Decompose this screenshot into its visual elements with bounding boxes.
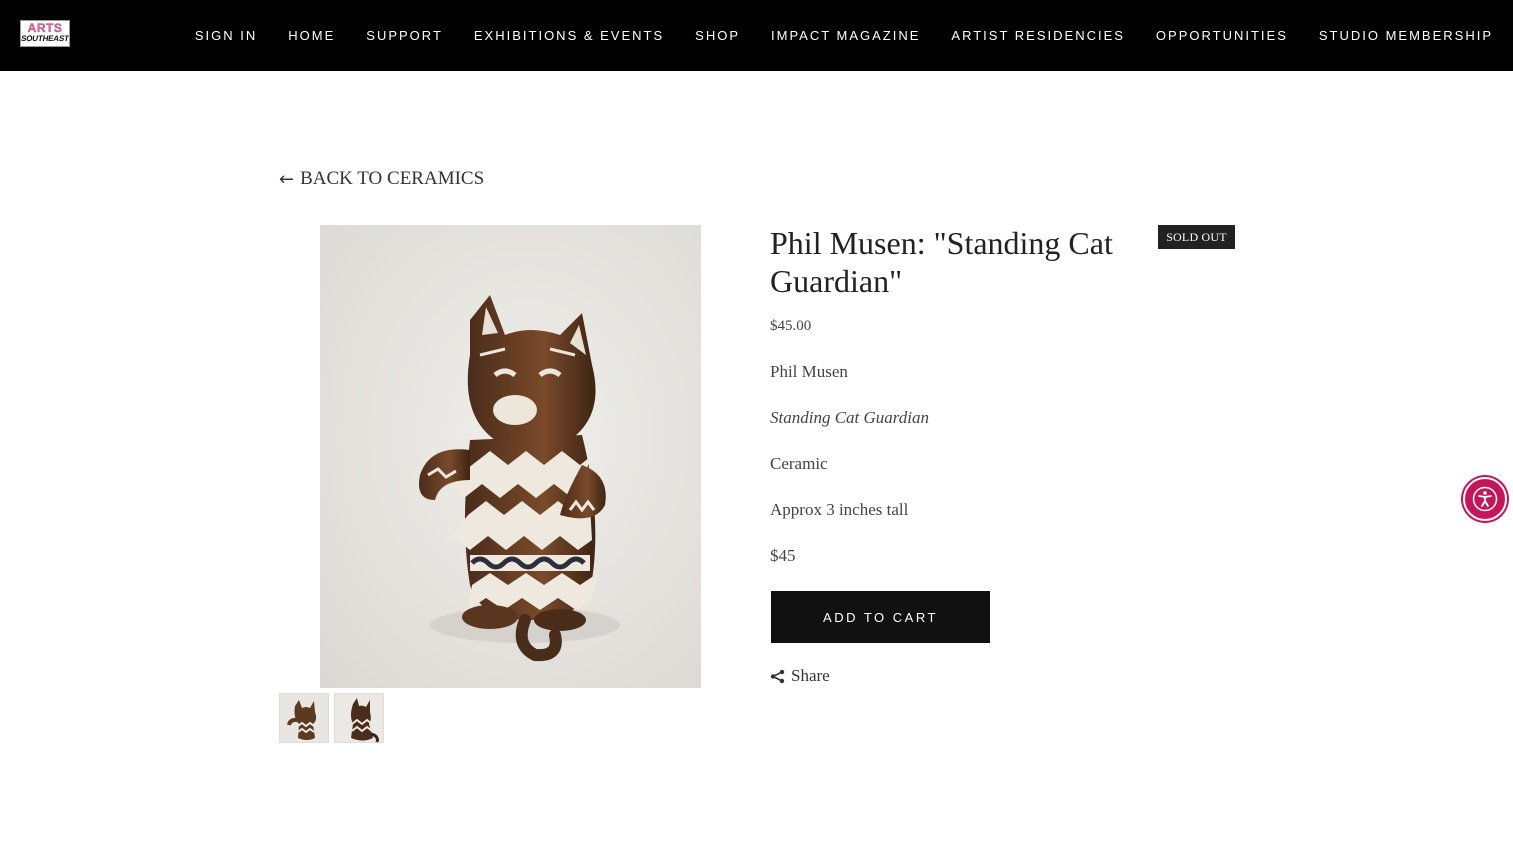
description-work-title: Standing Cat Guardian [770, 408, 929, 427]
nav-exhibitions-events[interactable]: EXHIBITIONS & EVENTS [474, 28, 664, 43]
thumbnail-image [280, 694, 328, 742]
product-thumbnail[interactable] [334, 693, 384, 743]
back-to-ceramics-link[interactable]: ← BACK TO CERAMICS [279, 168, 484, 190]
nav-opportunities[interactable]: OPPORTUNITIES [1156, 28, 1288, 43]
sold-out-badge: SOLD OUT [1158, 225, 1235, 249]
nav-studio-membership[interactable]: STUDIO MEMBERSHIP [1319, 28, 1493, 43]
description-size: Approx 3 inches tall [770, 500, 909, 519]
share-icon [770, 669, 785, 683]
nav-support[interactable]: SUPPORT [366, 28, 443, 43]
description-price: $45 [770, 546, 796, 565]
logo-line-2: SOUTHEAST [20, 34, 70, 43]
back-link-label: BACK TO CERAMICS [300, 168, 485, 189]
description-medium: Ceramic [770, 454, 828, 473]
nav-shop[interactable]: SHOP [695, 28, 740, 43]
arrow-left-icon: ← [279, 168, 295, 190]
nav-sign-in[interactable]: SIGN IN [195, 28, 257, 43]
nav-home[interactable]: HOME [288, 28, 335, 43]
product-price: $45.00 [770, 318, 812, 334]
nav-artist-residencies[interactable]: ARTIST RESIDENCIES [951, 28, 1125, 43]
description-artist: Phil Musen [770, 362, 848, 381]
main-nav: SIGN IN HOME SUPPORT EXHIBITIONS & EVENT… [164, 0, 1493, 71]
thumbnail-image [335, 694, 383, 742]
accessibility-icon [1472, 486, 1498, 512]
share-button[interactable]: Share [770, 666, 830, 686]
accessibility-widget-button[interactable] [1463, 477, 1507, 521]
add-to-cart-button[interactable]: ADD TO CART [771, 591, 990, 643]
product-main-image[interactable] [320, 225, 701, 688]
share-label: Share [791, 666, 830, 685]
site-logo[interactable]: ARTS SOUTHEAST [20, 20, 70, 47]
ceramic-cat-image [320, 225, 701, 688]
nav-impact-magazine[interactable]: IMPACT MAGAZINE [771, 28, 920, 43]
product-title: Phil Musen: "Standing Cat Guardian" [770, 225, 1113, 299]
site-header: ARTS SOUTHEAST SIGN IN HOME SUPPORT EXHI… [0, 0, 1513, 71]
logo-line-1: ARTS [27, 21, 63, 35]
product-thumbnail[interactable] [279, 693, 329, 743]
